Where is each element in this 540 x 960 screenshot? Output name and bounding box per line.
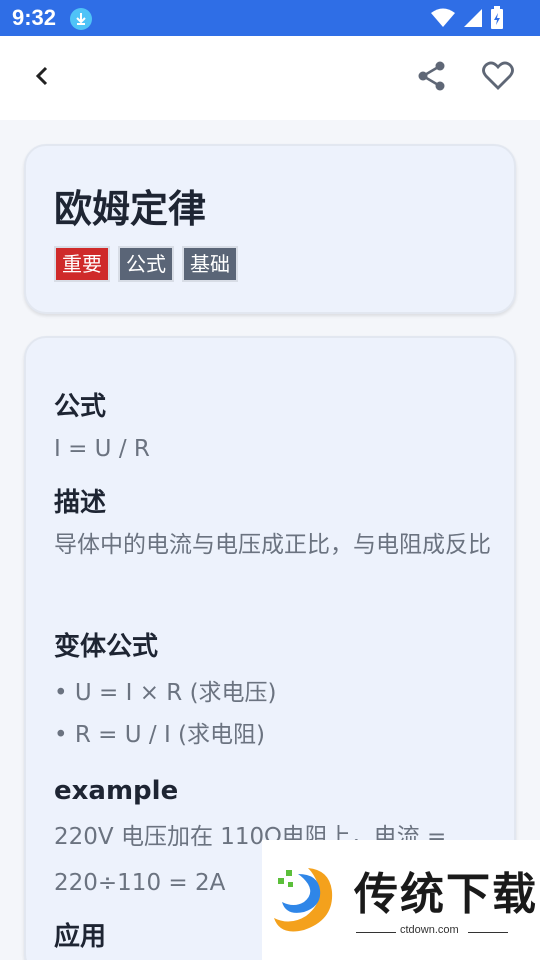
title-card: 欧姆定律 重要 公式 基础 [24, 144, 516, 314]
share-button[interactable] [414, 60, 450, 96]
watermark-url: ctdown.com [400, 924, 459, 936]
tag-basic: 基础 [182, 246, 238, 282]
app-bar [0, 36, 540, 120]
tag-list: 重要 公式 基础 [54, 246, 238, 282]
status-time: 9:32 [12, 5, 57, 30]
watermark-title: 传统下载 [354, 869, 538, 920]
watermark-divider [468, 932, 508, 933]
description-text: 导体中的电流与电压成正比，与电阻成反比 [54, 532, 491, 558]
signal-icon [462, 7, 484, 33]
application-heading: 应用 [54, 922, 107, 952]
example-heading: example [54, 776, 179, 806]
formula-heading: 公式 [54, 392, 107, 422]
description-heading: 描述 [54, 488, 107, 518]
watermark-divider [356, 932, 396, 933]
favorite-button[interactable] [480, 60, 516, 96]
variant-item: • U = I × R (求电压) [54, 680, 277, 706]
back-button[interactable] [26, 62, 58, 94]
watermark-logo-icon [268, 860, 338, 936]
heart-outline-icon [482, 61, 514, 95]
variants-heading: 变体公式 [54, 632, 159, 662]
tag-formula: 公式 [118, 246, 174, 282]
variant-item: • R = U / I (求电阻) [54, 722, 265, 748]
tag-important: 重要 [54, 246, 110, 282]
download-notification-icon [70, 8, 92, 30]
status-bar: 9:32 [0, 0, 540, 36]
watermark-overlay: 传统下载 ctdown.com [262, 840, 540, 960]
share-icon [416, 60, 448, 96]
wifi-icon [430, 7, 456, 33]
battery-icon [490, 6, 504, 34]
formula-text: I = U / R [54, 436, 150, 462]
back-arrow-icon [33, 65, 51, 91]
page-title: 欧姆定律 [54, 187, 207, 231]
status-icons [430, 6, 504, 34]
